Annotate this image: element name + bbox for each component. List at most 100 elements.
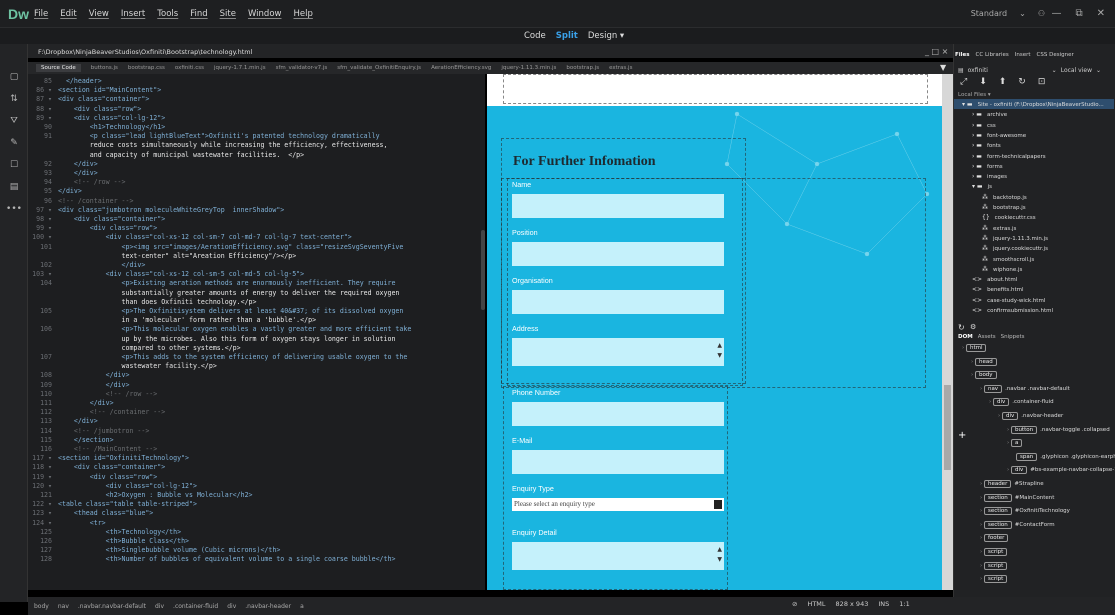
code-line[interactable]: 106 <p>This molecular oxygen enables a v…	[28, 325, 485, 334]
related-file-tab[interactable]: extras.js	[609, 65, 632, 71]
wand-icon[interactable]: ✎	[0, 138, 28, 154]
dom-node[interactable]: › head	[971, 357, 1000, 366]
tag-selector-item[interactable]: nav	[58, 603, 69, 610]
site-selector[interactable]: ▤ oxfiniti ⌄ Local view ⌄	[958, 65, 1110, 75]
tag-selector-item[interactable]: .navbar.navbar-default	[78, 603, 146, 610]
code-line[interactable]: 121 <h2>Oxygen : Bubble vs Molecular</h2…	[28, 491, 485, 500]
dom-node[interactable]: › nav .navbar .navbar-default	[980, 384, 1070, 393]
code-line[interactable]: 113 </div>	[28, 417, 485, 426]
code-line[interactable]: 85 </header>	[28, 77, 485, 86]
panel-tab[interactable]: CSS Designer	[1037, 52, 1074, 58]
file-tree-item[interactable]: ⁂ jquery.cookiecuttr.js	[982, 245, 1048, 252]
code-line[interactable]: in a 'molecular' form rather than a 'bub…	[28, 316, 485, 325]
menu-view[interactable]: View	[89, 9, 109, 19]
refresh-icon[interactable]: ↻	[1018, 77, 1026, 87]
status-item[interactable]: 1:1	[899, 600, 909, 608]
form-input[interactable]	[512, 242, 724, 266]
code-line[interactable]: 107 <p>This adds to the system efficienc…	[28, 353, 485, 362]
code-line[interactable]: 94 <!-- /row -->	[28, 178, 485, 187]
code-line[interactable]: 110 <!-- /row -->	[28, 390, 485, 399]
file-tree-item[interactable]: › ▬ archive	[972, 111, 1007, 118]
related-file-tab[interactable]: bootstrap.js	[566, 65, 599, 71]
filter-related-files-icon[interactable]: ▼	[940, 63, 946, 72]
format-icon[interactable]: ▤	[0, 182, 28, 198]
code-line[interactable]: up by the microbes. Also this form of ox…	[28, 335, 485, 344]
code-line[interactable]: 126 <th>Bubble Class</th>	[28, 537, 485, 546]
status-item[interactable]: 828 x 943	[836, 600, 869, 608]
dom-node[interactable]: › div .navbar-header	[998, 412, 1063, 420]
code-line[interactable]: 123 ▾ <thead class="blue">	[28, 509, 485, 518]
file-tree-item[interactable]: ⁂ wiphone.js	[982, 266, 1022, 273]
dom-node[interactable]: › section #OxfinitiTechnology	[980, 507, 1070, 516]
document-path[interactable]: F:\Dropbox\NinjaBeaverStudios\Oxfiniti\B…	[38, 48, 252, 56]
code-line[interactable]: 112 <!-- /container -->	[28, 408, 485, 417]
code-line[interactable]: 125 <th>Technology</th>	[28, 528, 485, 537]
code-line[interactable]: 87 ▾ <div class="container">	[28, 95, 485, 104]
dom-node[interactable]: › section #MainContent	[980, 493, 1054, 502]
settings-icon[interactable]: ⚙	[970, 323, 976, 331]
code-line[interactable]: wastewater facility.</p>	[28, 362, 485, 371]
code-line[interactable]: 111 </div>	[28, 399, 485, 408]
document-window-controls[interactable]: _ □ ×	[925, 47, 948, 56]
related-file-tab[interactable]: buttons.js	[91, 65, 118, 71]
file-tree-item[interactable]: ▾ ▬ js	[972, 183, 992, 190]
enquiry-type-select[interactable]: Please select an enquiry type	[512, 498, 724, 511]
get-files-icon[interactable]: ⬇	[979, 77, 987, 87]
related-file-tab[interactable]: jquery-1.11.3.min.js	[501, 65, 556, 71]
file-tree-item[interactable]: <> about.html	[972, 276, 1017, 283]
file-tree-item[interactable]: <> benefits.html	[972, 286, 1024, 293]
comment-icon[interactable]: ☐	[0, 160, 28, 176]
file-tree-item[interactable]: ⁂ smoothscroll.js	[982, 256, 1034, 263]
menu-site[interactable]: Site	[220, 9, 236, 19]
minimize-button[interactable]: —	[1051, 8, 1061, 19]
status-item[interactable]: ⊘	[792, 600, 797, 608]
code-line[interactable]: 127 <th>Singlebubble volume (Cubic micro…	[28, 546, 485, 555]
code-line[interactable]: 109 </div>	[28, 381, 485, 390]
dom-node[interactable]: › body	[971, 371, 1000, 380]
tag-selector-item[interactable]: .navbar-header	[245, 603, 291, 610]
related-file-tab[interactable]: sfm_validate_OxfinitiEnquiry.js	[337, 65, 421, 71]
code-line[interactable]: 128 <th>Number of bubbles of equivalent …	[28, 555, 485, 564]
dom-node[interactable]: › button .navbar-toggle .collapsed	[1007, 425, 1110, 434]
code-line[interactable]: reduce costs simultaneously while increa…	[28, 141, 485, 150]
form-input[interactable]: ▲ ▼	[512, 542, 724, 570]
form-input[interactable]	[512, 290, 724, 314]
file-tree-item[interactable]: › ▬ fonts	[972, 142, 1001, 149]
related-file-tab[interactable]: sfm_validator-v7.js	[276, 65, 328, 71]
dom-node[interactable]: › html	[962, 344, 989, 352]
tag-selector-item[interactable]: body	[34, 603, 49, 610]
file-tree-item[interactable]: › ▬ form-technicalpapers	[972, 153, 1046, 160]
dom-node[interactable]: › div .container-fluid	[989, 398, 1054, 407]
code-line[interactable]: 95 </div>	[28, 187, 485, 196]
code-line[interactable]: 117 ▾ <section id="OxfinitiTechnology">	[28, 454, 485, 463]
code-line[interactable]: 122 ▾ <table class="table table-striped">	[28, 500, 485, 509]
menu-file[interactable]: File	[34, 9, 48, 19]
form-input[interactable]	[512, 450, 724, 474]
more-icon[interactable]: •••	[0, 204, 28, 220]
file-tree-item[interactable]: ⁂ backtotop.js	[982, 194, 1027, 201]
dom-node[interactable]: span .glyphicon .glyphicon-earph	[1016, 452, 1115, 461]
sort-icon[interactable]: ⇅	[0, 94, 28, 110]
code-scrollbar[interactable]	[481, 230, 485, 310]
code-line[interactable]: text-center" alt="Areation Efficiency"/>…	[28, 252, 485, 261]
dom-node[interactable]: › section #ContactForm	[980, 520, 1055, 529]
code-line[interactable]: 115 </section>	[28, 436, 485, 445]
file-tree-item[interactable]: ⁂ bootstrap.js	[982, 204, 1026, 211]
textarea-scroll-icon[interactable]: ▲ ▼	[717, 341, 722, 361]
tag-selector-item[interactable]: div	[155, 603, 164, 610]
split-view-button[interactable]: Split	[556, 31, 578, 41]
file-tree-item[interactable]: ▾ ▬ Site - oxfiniti (F:\Dropbox\NinjaBeav…	[962, 101, 1104, 108]
code-line[interactable]: 97 ▾ <div class="jumbotron moleculeWhiteG…	[28, 206, 485, 215]
form-input[interactable]	[512, 402, 724, 426]
code-line[interactable]: 100 ▾ <div class="col-xs-12 col-sm-7 col…	[28, 233, 485, 242]
code-view[interactable]: 85 </header> 86 ▾ <section id="MainContent…	[28, 74, 485, 590]
file-tree-item[interactable]: ⁂ extras.js	[982, 225, 1016, 232]
dom-node[interactable]: › div #bs-example-navbar-collapse-1	[1007, 466, 1115, 475]
textarea-scroll-icon[interactable]: ▲ ▼	[717, 545, 722, 565]
workspace-switcher[interactable]: Standard ⌄ ⚇	[971, 9, 1045, 18]
related-file-tab[interactable]: bootstrap.css	[128, 65, 165, 71]
code-view-button[interactable]: Code	[524, 31, 546, 41]
code-line[interactable]: compared to other systems.</p>	[28, 344, 485, 353]
code-line[interactable]: 102 </div>	[28, 261, 485, 270]
dom-node[interactable]: › a	[1007, 439, 1025, 448]
